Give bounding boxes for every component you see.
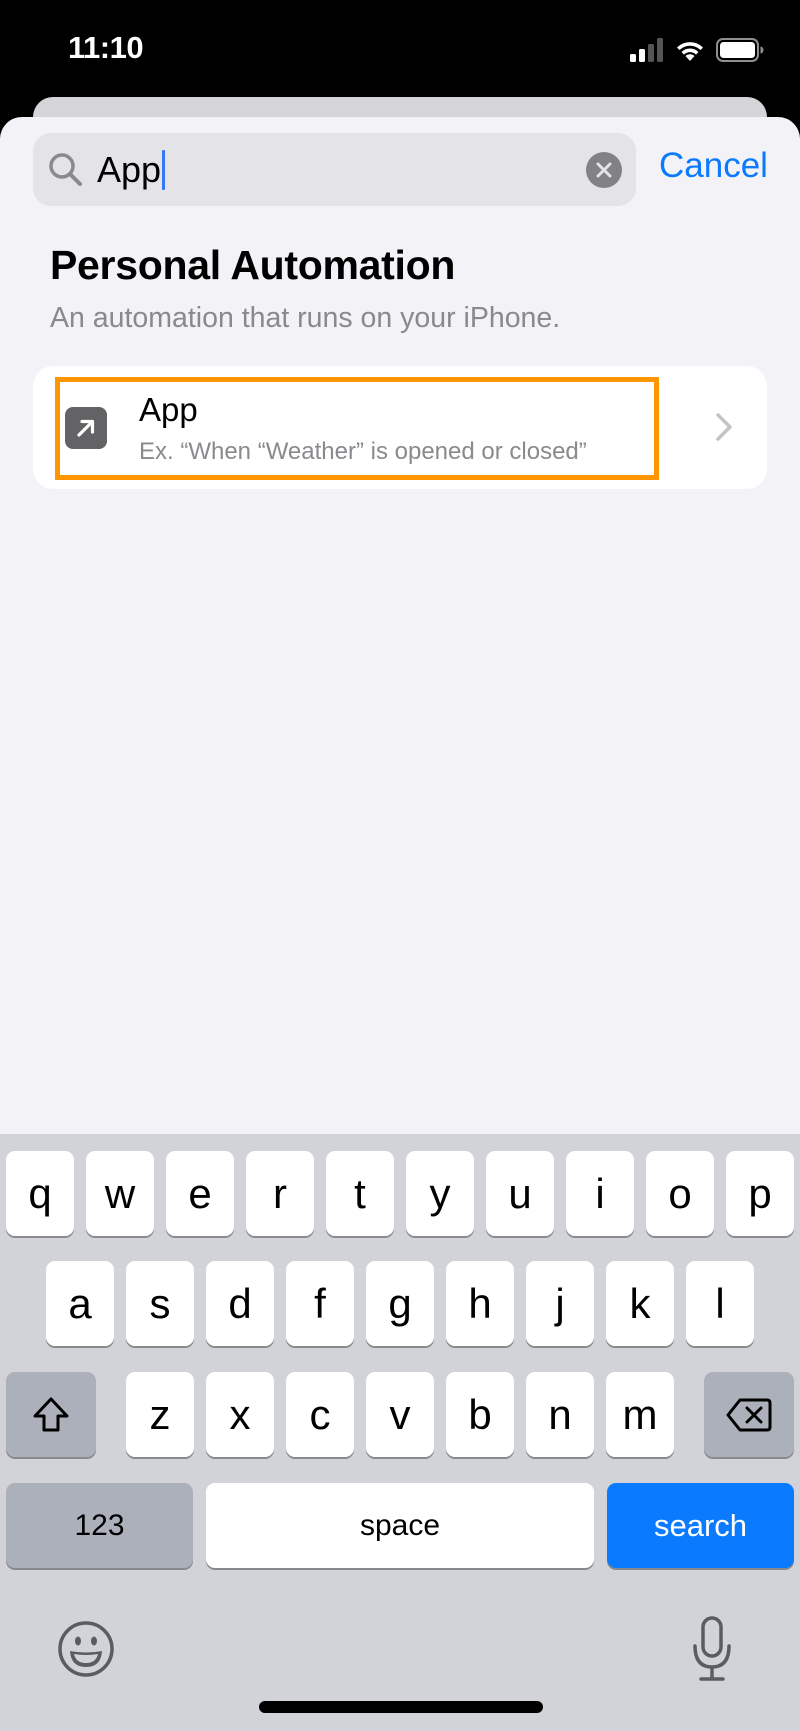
wifi-icon (677, 42, 703, 61)
key-m[interactable]: m (606, 1372, 674, 1457)
key-t[interactable]: t (326, 1151, 394, 1236)
battery-icon (716, 38, 764, 62)
key-y[interactable]: y (406, 1151, 474, 1236)
search-key[interactable]: search (607, 1483, 794, 1568)
key-n[interactable]: n (526, 1372, 594, 1457)
key-o[interactable]: o (646, 1151, 714, 1236)
section-title: Personal Automation (50, 242, 456, 288)
key-w[interactable]: w (86, 1151, 154, 1236)
key-x[interactable]: x (206, 1372, 274, 1457)
key-e[interactable]: e (166, 1151, 234, 1236)
result-row-app[interactable]: App Ex. “When “Weather” is opened or clo… (33, 366, 767, 489)
results-list: App Ex. “When “Weather” is opened or clo… (33, 366, 767, 489)
key-q[interactable]: q (6, 1151, 74, 1236)
status-icons (630, 36, 764, 64)
text-cursor (162, 150, 166, 190)
status-bar: 11:10 (0, 0, 800, 100)
emoji-icon[interactable] (57, 1620, 115, 1678)
microphone-icon[interactable] (692, 1616, 732, 1684)
key-r[interactable]: r (246, 1151, 314, 1236)
key-d[interactable]: d (206, 1261, 274, 1346)
home-indicator[interactable] (259, 1701, 543, 1713)
key-f[interactable]: f (286, 1261, 354, 1346)
delete-key[interactable] (704, 1372, 794, 1457)
result-title: App (139, 391, 198, 428)
arrow-up-right-square-icon (65, 407, 107, 449)
clear-circle-icon (596, 162, 612, 178)
key-c[interactable]: c (286, 1372, 354, 1457)
key-k[interactable]: k (606, 1261, 674, 1346)
keyboard: qwertyuiop asdfghjkl zxcvbnm 123 space s… (0, 1134, 800, 1731)
status-time: 11:10 (68, 30, 144, 65)
key-l[interactable]: l (686, 1261, 754, 1346)
numbers-key[interactable]: 123 (6, 1483, 193, 1568)
key-u[interactable]: u (486, 1151, 554, 1236)
cancel-button[interactable]: Cancel (659, 146, 768, 186)
cellular-signal-icon (630, 38, 663, 62)
result-subtitle: Ex. “When “Weather” is opened or closed” (139, 438, 587, 465)
search-icon (49, 153, 82, 186)
key-b[interactable]: b (446, 1372, 514, 1457)
key-v[interactable]: v (366, 1372, 434, 1457)
chevron-right-icon (716, 413, 732, 441)
key-j[interactable]: j (526, 1261, 594, 1346)
key-i[interactable]: i (566, 1151, 634, 1236)
key-h[interactable]: h (446, 1261, 514, 1346)
search-input[interactable]: App (33, 133, 636, 206)
shift-icon (33, 1397, 69, 1431)
key-g[interactable]: g (366, 1261, 434, 1346)
delete-backward-icon (726, 1398, 772, 1431)
key-a[interactable]: a (46, 1261, 114, 1346)
key-s[interactable]: s (126, 1261, 194, 1346)
search-input-value[interactable]: App (97, 149, 166, 190)
shift-key[interactable] (6, 1372, 96, 1457)
key-p[interactable]: p (726, 1151, 794, 1236)
key-z[interactable]: z (126, 1372, 194, 1457)
space-key[interactable]: space (206, 1483, 594, 1568)
clear-search-button[interactable] (586, 152, 622, 188)
search-text: App (97, 149, 162, 190)
section-subtitle: An automation that runs on your iPhone. (50, 302, 561, 334)
